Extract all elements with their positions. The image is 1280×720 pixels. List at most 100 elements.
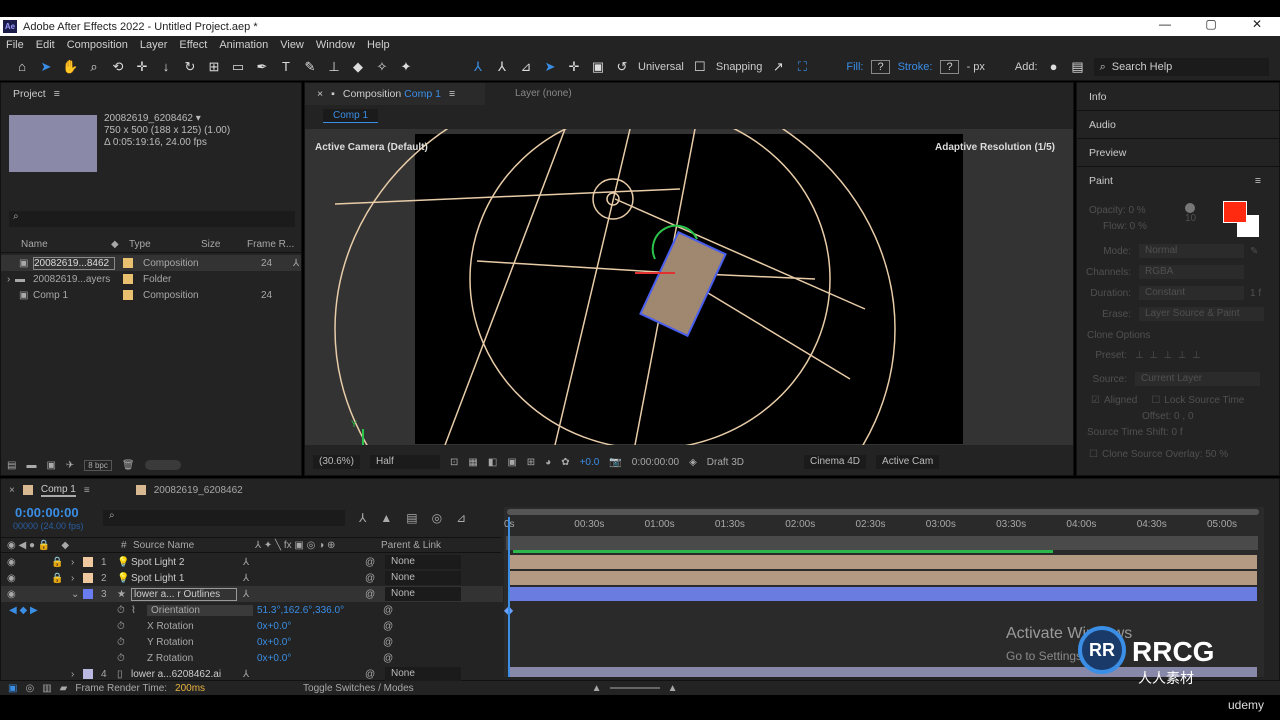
transparency-grid-icon[interactable]: ▦ xyxy=(468,457,477,468)
clone-offset[interactable]: Offset: 0 , 0 xyxy=(1077,408,1277,424)
brush-tip-icon[interactable] xyxy=(1185,203,1195,213)
puppet-tool-icon[interactable]: ✦ xyxy=(398,59,414,75)
transfer-controls-icon[interactable]: ◎ xyxy=(25,683,34,694)
property-row[interactable]: ⏱ X Rotation 0x+0.0° @ xyxy=(1,618,503,634)
render-queue-icon[interactable]: ✈ xyxy=(66,460,74,471)
property-value[interactable]: 51.3°,162.6°,336.0° xyxy=(253,605,383,616)
paint-duration-dropdown[interactable]: Constant xyxy=(1139,286,1244,300)
label-swatch[interactable] xyxy=(83,557,93,567)
menu-composition[interactable]: Composition xyxy=(61,39,134,51)
paint-opacity[interactable]: Opacity: 0 % xyxy=(1089,203,1147,219)
layer-switches[interactable]: ⅄ xyxy=(237,669,365,680)
pick-whip-icon[interactable]: @ xyxy=(383,653,393,664)
clone-preset-icons[interactable]: ⊥ ⊥ ⊥ ⊥ ⊥ xyxy=(1135,350,1201,361)
pick-whip-icon[interactable]: @ xyxy=(383,637,393,648)
trash-icon[interactable]: 🗑 xyxy=(122,460,135,471)
exposure-reset-icon[interactable]: ✿ xyxy=(561,457,569,468)
panel-menu-icon[interactable]: ≡ xyxy=(449,88,455,100)
in-out-icon[interactable]: ▥ xyxy=(42,683,51,694)
3d-select-icon[interactable]: ➤ xyxy=(542,59,558,75)
bpc-button[interactable]: 8 bpc xyxy=(84,459,112,471)
parent-dropdown[interactable]: None xyxy=(385,667,461,681)
lock-icon[interactable]: ▪ xyxy=(331,88,335,100)
view-axis-icon[interactable]: ⊿ xyxy=(518,59,534,75)
composition-tab-name[interactable]: Comp 1 xyxy=(404,88,441,100)
menu-layer[interactable]: Layer xyxy=(134,39,174,51)
zoom-in-icon[interactable]: ▲ xyxy=(668,683,678,694)
col-name[interactable]: Name xyxy=(1,239,111,250)
world-axis-icon[interactable]: ⅄ xyxy=(494,59,510,75)
draft-3d-icon[interactable]: ◈ xyxy=(689,457,697,468)
clone-overlay-checkbox[interactable]: ☐ xyxy=(1089,449,1098,460)
project-tab[interactable]: Project xyxy=(13,88,46,100)
info-panel-tab[interactable]: Info xyxy=(1077,83,1279,111)
roto-brush-icon[interactable]: ✧ xyxy=(374,59,390,75)
label-swatch[interactable] xyxy=(83,589,93,599)
layer-bar-2[interactable] xyxy=(509,571,1257,585)
lock-icon[interactable]: 🔒 xyxy=(51,557,71,568)
thumbnail-slider[interactable] xyxy=(144,460,181,470)
layer-switches[interactable]: ⅄ xyxy=(237,573,365,584)
frame-blending-icon[interactable]: ▤ xyxy=(406,511,417,525)
lock-source-time-checkbox[interactable]: ☐ xyxy=(1151,395,1160,406)
source-name-header[interactable]: Source Name xyxy=(133,540,255,551)
current-time[interactable]: 0:00:00:00 xyxy=(632,457,679,468)
stopwatch-icon[interactable]: ⏱ xyxy=(117,605,131,616)
menu-edit[interactable]: Edit xyxy=(30,39,61,51)
search-help-input[interactable]: Search Help xyxy=(1112,61,1173,73)
flowchart-icon[interactable]: ⅄ xyxy=(293,258,299,269)
clone-stamp-icon[interactable]: ⊥ xyxy=(326,59,342,75)
stopwatch-icon[interactable]: ⏱ xyxy=(117,637,131,648)
feather-icon[interactable]: ↗ xyxy=(770,59,786,75)
renderer-dropdown[interactable]: Cinema 4D xyxy=(804,455,867,469)
expand-twirl-icon[interactable]: › xyxy=(71,669,83,680)
layer-row[interactable]: ◉ 🔒 › 1 💡 Spot Light 2 ⅄ @ None xyxy=(1,554,503,570)
paint-mode-dropdown[interactable]: Normal xyxy=(1139,244,1244,258)
layer-name[interactable]: Spot Light 2 xyxy=(131,557,237,568)
axis-mode[interactable]: Universal xyxy=(638,61,684,73)
layer-name[interactable]: Spot Light 1 xyxy=(131,573,237,584)
zoom-out-icon[interactable]: ▲ xyxy=(592,683,602,694)
col-size[interactable]: Size xyxy=(201,239,247,250)
view-dropdown[interactable]: Active Cam xyxy=(876,455,940,469)
close-tab-icon[interactable]: × xyxy=(317,88,323,100)
3d-rotate-icon[interactable]: ↺ xyxy=(614,59,630,75)
layer-row[interactable]: ◉ ⌄ 3 ★ lower a... r Outlines ⅄ @ None xyxy=(1,586,503,602)
mask-visibility-icon[interactable]: ◧ xyxy=(488,457,497,468)
project-search-input[interactable]: ⌕ xyxy=(9,211,295,227)
time-ruler[interactable]: 0s00:30s01:00s01:30s02:00s02:30s03:00s03… xyxy=(504,519,1266,533)
layer-name[interactable]: lower a...6208462.ai xyxy=(131,669,237,680)
property-value[interactable]: 0x+0.0° xyxy=(253,653,383,664)
property-value[interactable]: 0x+0.0° xyxy=(253,637,383,648)
timeline-tab-comp1[interactable]: Comp 1 xyxy=(40,484,76,497)
pick-whip-icon[interactable]: @ xyxy=(365,589,385,600)
playhead[interactable] xyxy=(508,517,510,677)
pick-whip-icon[interactable]: @ xyxy=(365,669,385,680)
preview-panel-tab[interactable]: Preview xyxy=(1077,139,1279,167)
stroke-swatch[interactable]: ? xyxy=(940,60,959,74)
foreground-color-swatch[interactable] xyxy=(1223,201,1247,223)
new-folder-icon[interactable]: ▬ xyxy=(26,460,36,471)
aligned-checkbox[interactable]: ☑ xyxy=(1091,395,1100,406)
minimize-button[interactable]: — xyxy=(1142,17,1188,31)
menu-help[interactable]: Help xyxy=(361,39,396,51)
snapshot-icon[interactable]: 📷 xyxy=(609,457,621,468)
property-row[interactable]: ◀ ◆ ▶ ⏱ ⌇ Orientation 51.3°,162.6°,336.0… xyxy=(1,602,503,618)
home-icon[interactable]: ⌂ xyxy=(14,59,30,75)
new-composition-icon[interactable]: ▣ xyxy=(46,460,55,471)
layer-switches-icon[interactable]: ▣ xyxy=(8,683,17,694)
layer-name[interactable]: lower a... r Outlines xyxy=(131,587,237,601)
parent-dropdown[interactable]: None xyxy=(385,571,461,585)
menu-window[interactable]: Window xyxy=(310,39,361,51)
eraser-tool-icon[interactable]: ◆ xyxy=(350,59,366,75)
draft-3d-icon[interactable]: ▲ xyxy=(380,511,392,525)
exposure-value[interactable]: +0.0 xyxy=(580,457,600,468)
3d-ground-plane-icon[interactable]: ▣ xyxy=(507,457,516,468)
dolly-camera-icon[interactable]: ↓ xyxy=(158,59,174,75)
maximize-button[interactable]: ▢ xyxy=(1188,17,1234,31)
menu-view[interactable]: View xyxy=(274,39,310,51)
pan-camera-icon[interactable]: ✛ xyxy=(134,59,150,75)
breadcrumb[interactable]: Comp 1 xyxy=(333,110,368,121)
panel-menu-icon[interactable]: ≡ xyxy=(1255,175,1261,187)
project-row[interactable]: ▣ Comp 1 Composition 24 xyxy=(1,287,301,303)
